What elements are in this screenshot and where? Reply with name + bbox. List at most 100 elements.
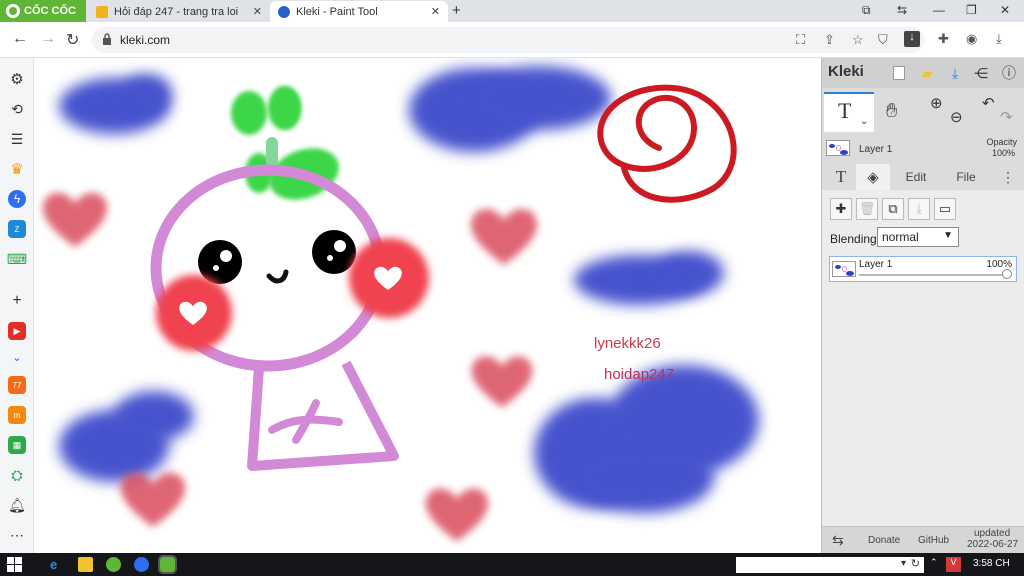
right-eye [312, 230, 356, 274]
extensions-puzzle-icon[interactable]: ✚ [938, 31, 949, 47]
crown-icon[interactable]: ♛ [8, 160, 26, 178]
back-arrow-icon[interactable]: ← [12, 30, 28, 48]
tab-kleki[interactable]: Kleki - Paint Tool ✕ [270, 1, 448, 22]
coccoc-brand[interactable]: CỐC CỐC [0, 0, 86, 22]
coccoc-taskbar-icon[interactable] [106, 557, 121, 572]
chevron-down-icon: ▼ [943, 230, 953, 241]
close-icon[interactable]: ✕ [431, 5, 440, 18]
red-spiral [597, 84, 737, 203]
drawing-canvas[interactable]: lynekkk26 hoidap247 [34, 58, 821, 553]
hand-tool-icon[interactable]: ✋︎ [886, 100, 897, 123]
zalo-icon[interactable]: Z [8, 220, 26, 238]
tab-hoidap[interactable]: Hỏi đáp 247 - trang tra loi ✕ [88, 1, 270, 22]
text-hoidap247: hoidap247 [604, 366, 674, 383]
share-icon[interactable]: ⇪ [824, 32, 835, 48]
download-video-icon[interactable]: ↓ [904, 31, 920, 47]
kleki-tool-row: T ⌄ ✋︎ ⊕ ⊖ ↶ ↷ [822, 88, 1024, 134]
kleki-logo[interactable]: Kleki [828, 63, 864, 80]
tab-text[interactable]: T [826, 164, 856, 190]
cute-character [150, 86, 429, 471]
layer-list-item[interactable]: Layer 1 100% [829, 256, 1017, 282]
help-icon[interactable]: ⓘ [998, 62, 1020, 84]
chevron-down-icon[interactable]: ▾ [901, 558, 906, 569]
url-text: kleki.com [120, 33, 171, 47]
new-tab-plus-icon[interactable]: + [452, 2, 461, 19]
windows-start-icon[interactable] [7, 557, 22, 572]
translate-icon[interactable]: ⛶ [796, 32, 805, 48]
settings-gear-icon[interactable]: ⚙ [8, 70, 26, 88]
blending-select[interactable]: normal ▼ [877, 227, 959, 247]
edge-icon[interactable]: e [50, 557, 65, 572]
v-app-icon[interactable]: V [946, 557, 961, 572]
duplicate-layer-button[interactable]: ⧉ [882, 198, 904, 220]
zoom-out-icon[interactable]: ⊖ [950, 108, 963, 126]
chevron-up-icon[interactable]: ⌃ [930, 557, 945, 572]
close-icon[interactable]: ✕ [253, 5, 262, 18]
bookmark-star-icon[interactable]: ☆ [852, 32, 864, 48]
redo-icon[interactable]: ↷ [1000, 108, 1013, 126]
downloads-icon[interactable]: ⤓ [996, 31, 1002, 47]
refresh-icon[interactable]: ↻ [911, 557, 920, 570]
youtube-icon[interactable]: ▶ [8, 322, 26, 340]
smile-mouth [266, 269, 289, 284]
restore-tabs-icon[interactable]: ⇆ [897, 3, 907, 17]
heart-5 [425, 488, 489, 542]
add-layer-button[interactable]: ✚ [830, 198, 852, 220]
taskbar-search-field[interactable]: ▾ ↻ [736, 557, 924, 573]
history-icon[interactable]: ⟲ [8, 100, 26, 118]
heart-2 [470, 208, 538, 265]
save-download-icon[interactable]: ⤓ [944, 62, 966, 84]
layer-opacity-knob[interactable] [1002, 269, 1012, 279]
tab-search-icon[interactable]: ⧉ [862, 3, 871, 18]
layer-opacity-slider[interactable] [859, 274, 1009, 276]
text-tool-button[interactable]: T ⌄ [824, 92, 874, 132]
tab-layers[interactable]: ◈ [856, 164, 890, 190]
tab-edit[interactable]: Edit [896, 164, 936, 190]
more-menu-icon[interactable]: ⋮ [998, 164, 1018, 190]
reload-icon[interactable]: ↻ [66, 30, 79, 50]
app-icon-orange[interactable]: 77 [8, 376, 26, 394]
shopping-icon[interactable]: m [8, 406, 26, 424]
opacity-value: 100% [991, 148, 1015, 158]
file-explorer-icon[interactable] [78, 557, 93, 572]
updated-date: 2022-06-27 [967, 539, 1019, 550]
swap-side-icon[interactable]: ⇆ [832, 532, 844, 549]
kleki-tabs: T ◈ Edit File ⋮ [822, 164, 1024, 190]
profile-icon[interactable]: ◉ [966, 31, 977, 47]
merge-layer-button[interactable]: ⤓ [908, 198, 930, 220]
undo-icon[interactable]: ↶ [982, 94, 995, 112]
github-link[interactable]: GitHub [918, 535, 949, 546]
messenger-icon[interactable]: ϟ [8, 190, 26, 208]
text-lynekkk26: lynekkk26 [594, 335, 661, 352]
minimize-icon[interactable]: — [933, 3, 945, 17]
delete-layer-button[interactable]: 🗑︎ [856, 198, 878, 220]
reading-list-icon[interactable]: ☰ [8, 130, 26, 148]
blue-cloud-8 [114, 391, 194, 441]
graduation-cap-icon[interactable]: ⛭ [8, 466, 26, 484]
share-icon[interactable]: ⋲ [970, 62, 992, 84]
browser-sidebar: ⚙ ⟲ ☰ ♛ ϟ Z ⌨ + ▶ ⌄ 77 m ▦ ⛭ 🔔︎ ⋯ [0, 58, 34, 553]
add-plus-icon[interactable]: + [8, 292, 26, 310]
more-dots-icon[interactable]: ⋯ [8, 526, 26, 544]
zoom-in-icon[interactable]: ⊕ [930, 94, 943, 112]
kleki-panel: Kleki ▰ ⤓ ⋲ ⓘ T ⌄ ✋︎ ⊕ ⊖ ↶ ↷ Layer 1 Opa… [821, 58, 1024, 553]
forward-arrow-icon[interactable]: → [40, 30, 56, 48]
new-image-icon[interactable] [888, 62, 910, 84]
window-close-icon[interactable]: ✕ [1000, 3, 1010, 17]
sheets-icon[interactable]: ▦ [8, 436, 26, 454]
brand-label: CỐC CỐC [24, 5, 76, 17]
shield-icon[interactable]: ⛉ [878, 32, 888, 48]
url-field[interactable]: kleki.com ⛶ ⇪ ☆ ⛉ ↓ [92, 27, 924, 53]
chevron-down-icon[interactable]: ⌄ [8, 348, 26, 366]
open-folder-icon[interactable]: ▰ [916, 62, 938, 84]
maximize-icon[interactable]: ❐ [966, 3, 977, 17]
tab-file[interactable]: File [946, 164, 986, 190]
messenger-taskbar-icon[interactable] [134, 557, 149, 572]
rename-layer-button[interactable]: ▭ [934, 198, 956, 220]
coccoc-active-icon[interactable] [158, 555, 177, 574]
tool-dropdown-icon[interactable]: ⌄ [860, 116, 868, 127]
donate-link[interactable]: Donate [868, 535, 900, 546]
layer-thumbnail [832, 261, 856, 277]
game-controller-icon[interactable]: ⌨ [7, 250, 27, 268]
notification-bell-icon[interactable]: 🔔︎ [8, 496, 26, 514]
